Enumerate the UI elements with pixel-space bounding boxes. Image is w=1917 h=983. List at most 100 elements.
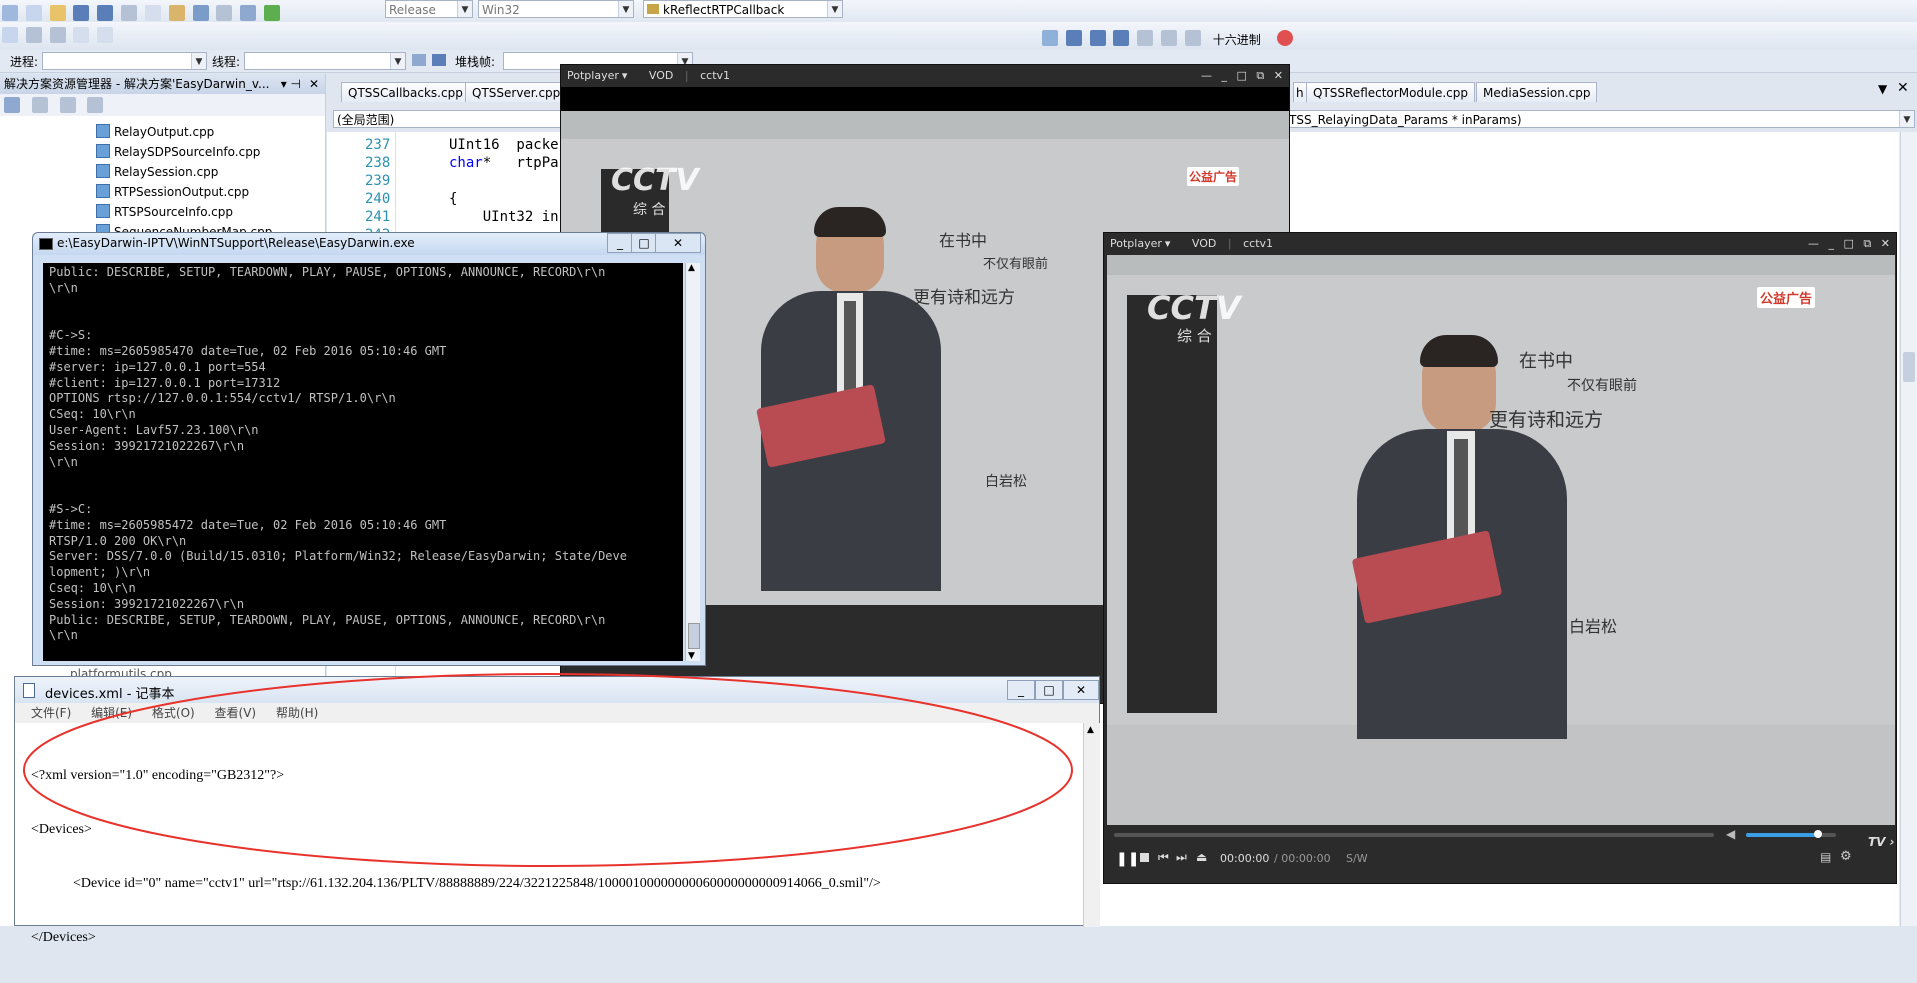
properties-icon[interactable] <box>4 97 20 113</box>
restart-icon[interactable] <box>1113 30 1130 46</box>
scope-combo[interactable]: (全局范围) <box>333 110 573 128</box>
minimize-icon[interactable]: _ <box>1222 69 1228 82</box>
settings-icon[interactable]: ⚙ <box>1840 849 1852 864</box>
code-text: * rtpPa <box>482 155 559 171</box>
chevron-down-icon[interactable]: ▼ <box>827 1 842 17</box>
undo-icon[interactable] <box>192 5 209 21</box>
save-icon[interactable] <box>73 5 90 21</box>
pin-icon[interactable]: ▾ ⊣ <box>281 74 301 94</box>
close-icon[interactable]: ✕ <box>309 74 319 94</box>
console-scrollbar[interactable]: ▲ ▼ <box>685 263 700 661</box>
tab-qtsserver[interactable]: QTSServer.cpp <box>465 82 568 102</box>
filter-active-icon[interactable] <box>432 54 446 66</box>
tree-item[interactable]: RTSPSourceInfo.cpp <box>96 202 233 222</box>
copy-icon[interactable] <box>144 5 161 21</box>
close-icon[interactable]: ✕ <box>1881 237 1890 250</box>
channel-logo-sub: 综 合 <box>633 199 665 219</box>
scroll-up-icon[interactable]: ▲ <box>688 263 695 273</box>
fullscreen-icon[interactable]: ⧉ <box>1863 237 1871 250</box>
show-all-files-icon[interactable] <box>31 97 48 113</box>
paste-icon[interactable] <box>168 5 185 21</box>
volume-slider[interactable] <box>1746 830 1836 838</box>
next-icon[interactable]: ⏭ <box>1176 850 1187 865</box>
volume-knob[interactable] <box>1814 830 1822 838</box>
stop-icon[interactable] <box>1089 30 1106 46</box>
scrollbar-thumb[interactable] <box>688 623 700 649</box>
chevron-down-icon[interactable]: ▼ <box>390 53 405 69</box>
step-into-icon[interactable] <box>1137 30 1154 46</box>
tv-button[interactable]: TV › <box>1868 835 1895 849</box>
video-frame[interactable]: CCTV 综 合 公益广告 在书中 不仅有眼前 更有诗和远方 白岩松 <box>1107 255 1895 825</box>
tree-item[interactable]: RelaySDPSourceInfo.cpp <box>96 142 260 162</box>
start-debug-icon[interactable] <box>264 5 281 21</box>
cut-icon[interactable] <box>121 5 138 21</box>
view-class-icon[interactable] <box>87 97 104 113</box>
thread-combo[interactable]: ▼ <box>244 52 406 70</box>
seek-bar[interactable] <box>1114 833 1714 837</box>
maximize-icon[interactable]: □ <box>1237 69 1247 82</box>
tree-item[interactable]: RTPSessionOutput.cpp <box>96 182 249 202</box>
chevron-down-icon[interactable]: ▾ <box>622 69 628 82</box>
uncomment-icon[interactable] <box>49 27 66 43</box>
console-output[interactable]: Public: DESCRIBE, SETUP, TEARDOWN, PLAY,… <box>43 263 683 661</box>
f1-help-icon[interactable] <box>2 27 18 43</box>
refresh-icon[interactable] <box>59 97 76 113</box>
platform-combo[interactable]: Win32 ▼ <box>478 0 634 18</box>
logo-sub-text: 综 合 <box>1177 327 1212 345</box>
fullscreen-icon[interactable]: ⧉ <box>1256 69 1264 82</box>
pause-icon[interactable] <box>1065 30 1082 46</box>
function-combo[interactable]: TSS_RelayingData_Params * inParams) ▼ <box>1285 110 1915 128</box>
tab-qtssreflectormodule[interactable]: QTSSReflectorModule.cpp <box>1306 82 1475 102</box>
chevron-down-icon[interactable]: ▼ <box>618 1 633 17</box>
chevron-down-icon[interactable]: ▼ <box>191 53 206 69</box>
navigate-icon[interactable] <box>240 5 257 21</box>
ide-vertical-scrollbar[interactable] <box>1900 132 1917 926</box>
chevron-down-icon[interactable]: ▾ <box>1165 237 1171 250</box>
tab-list-icon[interactable]: ▼ <box>1878 82 1887 96</box>
indent-icon[interactable] <box>97 27 114 43</box>
pin-icon[interactable]: — <box>1808 237 1819 250</box>
chevron-down-icon[interactable]: ▼ <box>457 1 472 17</box>
volume-fill <box>1746 833 1818 837</box>
process-combo[interactable]: ▼ <box>42 52 207 70</box>
find-symbol-combo[interactable]: kReflectRTPCallback ▼ <box>643 0 843 18</box>
tab-qtsscallbacks[interactable]: QTSSCallbacks.cpp <box>341 82 470 102</box>
open-icon[interactable] <box>49 5 66 21</box>
bookmark-icon[interactable] <box>73 27 90 43</box>
comment-icon[interactable] <box>25 27 42 43</box>
player-menu-button[interactable]: Potplayer <box>1110 237 1162 250</box>
tab-mediasession[interactable]: MediaSession.cpp <box>1476 82 1598 102</box>
tree-item[interactable]: RelaySession.cpp <box>96 162 218 182</box>
step-out-icon[interactable] <box>1184 30 1201 46</box>
maximize-button[interactable]: □ <box>631 233 657 253</box>
minimize-icon[interactable]: _ <box>1829 237 1835 250</box>
scrollbar-thumb[interactable] <box>1903 352 1915 382</box>
minimize-button[interactable]: _ <box>607 233 633 253</box>
tab-header[interactable]: h <box>1293 82 1307 102</box>
configuration-combo[interactable]: Release ▼ <box>385 0 473 18</box>
step-over-icon[interactable] <box>1161 30 1178 46</box>
previous-icon[interactable]: ⏮ <box>1158 850 1169 865</box>
tree-item[interactable]: RelayOutput.cpp <box>96 122 214 142</box>
player-menu-button[interactable]: Potplayer <box>567 69 619 82</box>
hex-toggle[interactable]: 十六进制 <box>1213 31 1261 48</box>
stop-icon[interactable] <box>1140 853 1149 862</box>
redo-icon[interactable] <box>216 5 233 21</box>
new-project-icon[interactable] <box>2 5 18 21</box>
playlist-icon[interactable]: ▤ <box>1820 850 1831 864</box>
add-item-icon[interactable] <box>25 5 42 21</box>
close-icon[interactable]: ✕ <box>1274 69 1283 82</box>
eject-icon[interactable]: ⏏ <box>1196 850 1207 864</box>
breakpoint-icon[interactable] <box>1276 30 1293 46</box>
save-all-icon[interactable] <box>97 5 114 21</box>
close-button[interactable]: ✕ <box>655 233 701 253</box>
pause-icon[interactable]: ❚❚ <box>1116 851 1139 867</box>
pin-icon[interactable]: — <box>1201 69 1212 82</box>
chevron-down-icon[interactable]: ▼ <box>1899 111 1914 127</box>
maximize-icon[interactable]: □ <box>1844 237 1854 250</box>
continue-icon[interactable] <box>1042 30 1058 46</box>
close-document-icon[interactable]: ✕ <box>1897 80 1909 96</box>
filter-icon[interactable] <box>412 54 426 66</box>
line-number: 237 <box>365 137 391 153</box>
volume-icon[interactable]: ◀ <box>1726 827 1735 841</box>
